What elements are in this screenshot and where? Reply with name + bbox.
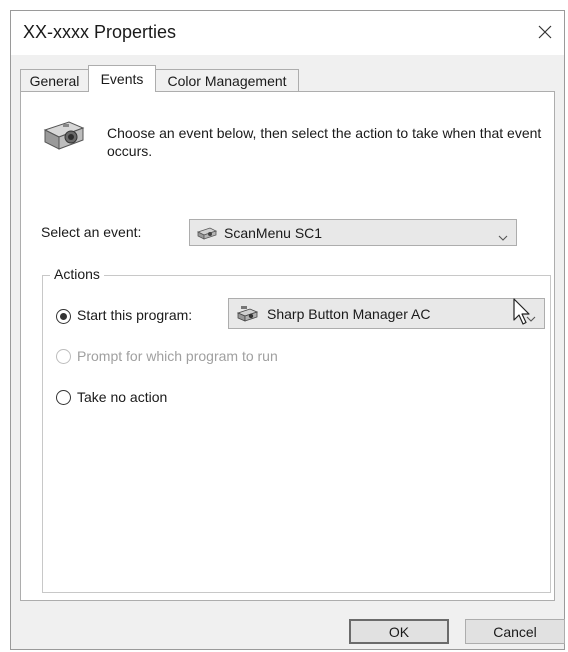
instructions-text: Choose an event below, then select the a… — [107, 125, 542, 159]
prompt-program-label: Prompt for which program to run — [77, 348, 278, 364]
title-bar: XX-xxxx Properties — [11, 11, 564, 55]
program-select[interactable]: Sharp Button Manager AC — [228, 298, 545, 329]
start-program-radio[interactable] — [56, 309, 71, 324]
scanner-icon — [196, 226, 218, 240]
select-event-label: Select an event: — [41, 224, 142, 240]
close-icon[interactable] — [532, 19, 558, 45]
ok-button[interactable]: OK — [349, 619, 449, 644]
tab-general[interactable]: General — [20, 69, 89, 92]
tab-label: Color Management — [167, 73, 287, 89]
properties-dialog: XX-xxxx Properties General Events Color … — [10, 10, 565, 650]
tab-events[interactable]: Events — [88, 65, 156, 92]
program-select-value: Sharp Button Manager AC — [267, 305, 431, 322]
mouse-pointer-icon — [513, 298, 531, 331]
actions-group-title: Actions — [50, 266, 104, 282]
no-action-radio[interactable] — [56, 390, 71, 405]
event-select-value: ScanMenu SC1 — [224, 224, 323, 241]
camera-icon — [39, 118, 87, 157]
no-action-label[interactable]: Take no action — [77, 389, 167, 405]
window-title: XX-xxxx Properties — [23, 22, 177, 42]
tab-color-management[interactable]: Color Management — [155, 69, 299, 92]
events-panel: Choose an event below, then select the a… — [20, 91, 555, 601]
prompt-program-radio[interactable] — [56, 349, 71, 364]
tab-label: Events — [100, 71, 144, 87]
start-program-label[interactable]: Start this program: — [77, 307, 192, 323]
chevron-down-icon — [498, 229, 508, 247]
cancel-button[interactable]: Cancel — [465, 619, 565, 644]
program-icon — [237, 304, 261, 324]
tab-label: General — [29, 73, 80, 89]
event-select[interactable]: ScanMenu SC1 — [189, 219, 517, 246]
